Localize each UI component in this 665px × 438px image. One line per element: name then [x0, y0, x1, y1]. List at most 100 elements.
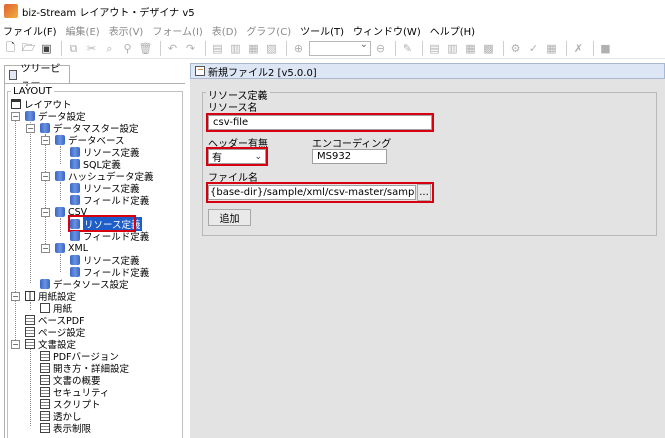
database-icon	[55, 135, 65, 145]
tree-line	[30, 348, 31, 426]
toolbar-separator	[205, 41, 206, 56]
menu-view[interactable]: 表示(V)	[109, 23, 144, 38]
database-icon	[70, 147, 80, 157]
collapse-toggle[interactable]: −	[26, 124, 35, 133]
menu-edit[interactable]: 編集(E)	[66, 23, 100, 38]
document-icon	[40, 351, 50, 361]
menu-window[interactable]: ウィンドウ(W)	[353, 23, 421, 38]
document-icon	[25, 339, 35, 349]
page-prev-icon[interactable]: ▥	[228, 41, 243, 56]
database-icon	[55, 171, 65, 181]
tab-tree-view[interactable]: ツリービュー	[4, 64, 70, 90]
window-title: biz-Stream レイアウト・デザイナ v5	[22, 7, 195, 19]
database-icon	[25, 111, 35, 121]
editor-tab[interactable]: 新規ファイル2 [v5.0.0]	[190, 63, 665, 79]
page-next-icon[interactable]: ▦	[246, 41, 261, 56]
copy-icon[interactable]: ⧉	[66, 41, 81, 56]
document-icon	[40, 363, 50, 373]
zoom-select[interactable]	[309, 39, 371, 56]
toolbar-separator	[61, 41, 62, 56]
tree-node-display-limit[interactable]: 表示制限	[40, 422, 91, 435]
tree-line	[15, 112, 16, 346]
database-icon	[70, 183, 80, 193]
collapse-toggle[interactable]: −	[41, 244, 50, 253]
collapse-toggle[interactable]: −	[41, 208, 50, 217]
paper-settings-icon	[25, 291, 35, 301]
document-icon	[40, 387, 50, 397]
toolbar: 🗋 🗁 ▣ ⧉ ✂ ⌕ ⚲ 🗑 ↶ ↷ ▤ ▥ ▦ ▧ ⊕ ⊖ ✎ ▤ ▥ ▦ …	[0, 39, 665, 59]
database-icon	[70, 159, 80, 169]
database-icon	[70, 195, 80, 205]
title-bar: biz-Stream レイアウト・デザイナ v5	[0, 0, 665, 22]
database-icon	[70, 267, 80, 277]
tree-node-csv-field[interactable]: フィールド定義	[70, 230, 149, 243]
new-file-icon[interactable]: 🗋	[3, 41, 18, 56]
editor-tab-title: 新規ファイル2 [v5.0.0]	[208, 67, 317, 79]
cut-icon[interactable]: ✂	[84, 41, 99, 56]
tree-view-icon	[9, 69, 18, 80]
database-icon	[55, 243, 65, 253]
undo-icon[interactable]: ↶	[165, 41, 180, 56]
save-icon[interactable]: ▣	[39, 41, 54, 56]
menu-form[interactable]: フォーム(I)	[152, 23, 202, 38]
menu-help[interactable]: ヘルプ(H)	[430, 23, 475, 38]
menu-bar: ファイル(F) 編集(E) 表示(V) フォーム(I) 表(D) グラフ(C) …	[0, 22, 665, 38]
redo-icon[interactable]: ↷	[183, 41, 198, 56]
preview-icon[interactable]: ⚙	[508, 41, 523, 56]
align-left-icon[interactable]: ▤	[427, 41, 442, 56]
paper-icon	[40, 303, 50, 313]
tree-line	[60, 182, 61, 200]
menu-tools[interactable]: ツール(T)	[300, 23, 344, 38]
stop-icon[interactable]: ■	[598, 41, 613, 56]
paint-icon[interactable]: ⚲	[120, 41, 135, 56]
collapse-toggle[interactable]: −	[41, 172, 50, 181]
tools-icon[interactable]: ✗	[571, 41, 586, 56]
table-icon[interactable]: ▦	[544, 41, 559, 56]
grid-icon[interactable]: ▩	[481, 41, 496, 56]
encoding-input[interactable]: MS932	[312, 149, 387, 164]
encoding-label: エンコーディング	[312, 139, 392, 150]
collapse-toggle[interactable]: −	[11, 292, 20, 301]
align-center-icon[interactable]: ▥	[445, 41, 460, 56]
align-right-icon[interactable]: ▦	[463, 41, 478, 56]
highlight-box	[206, 147, 268, 166]
find-icon[interactable]: ⌕	[102, 41, 117, 56]
zoom-in-icon[interactable]: ⊕	[291, 41, 306, 56]
menu-file[interactable]: ファイル(F)	[3, 23, 57, 38]
document-icon	[40, 375, 50, 385]
toolbar-separator	[286, 41, 287, 56]
document-icon	[40, 399, 50, 409]
delete-icon[interactable]: 🗑	[138, 41, 153, 56]
collapse-toggle[interactable]: −	[11, 112, 20, 121]
add-button[interactable]: 追加	[208, 209, 251, 226]
page-icon[interactable]: ▤	[210, 41, 225, 56]
database-icon	[70, 231, 80, 241]
database-icon	[55, 207, 65, 217]
resource-name-label: リソース名	[208, 103, 258, 114]
check-icon[interactable]: ✓	[526, 41, 541, 56]
toolbar-separator	[395, 41, 396, 56]
document-icon	[40, 423, 50, 433]
database-icon	[40, 123, 50, 133]
highlight-box	[206, 113, 434, 132]
tree-line	[60, 254, 61, 272]
tree-node-hash-field[interactable]: フィールド定義	[70, 194, 149, 207]
menu-table[interactable]: 表(D)	[212, 23, 238, 38]
database-icon	[40, 279, 50, 289]
toolbar-separator	[503, 41, 504, 56]
open-folder-icon[interactable]: 🗁	[21, 41, 36, 56]
zoom-out-icon[interactable]: ⊖	[373, 41, 388, 56]
collapse-toggle[interactable]: −	[11, 340, 20, 349]
layout-legend: LAYOUT	[11, 86, 54, 97]
menu-graph[interactable]: グラフ(C)	[246, 23, 291, 38]
tree-line	[30, 302, 31, 310]
edit-icon[interactable]: ✎	[400, 41, 415, 56]
tree-line	[60, 218, 61, 236]
app-icon	[4, 4, 18, 18]
toolbar-separator	[593, 41, 594, 56]
document-icon	[25, 327, 35, 337]
file-edit-icon	[195, 66, 205, 76]
tree-line	[45, 134, 46, 248]
page-list-icon[interactable]: ▧	[264, 41, 279, 56]
collapse-toggle[interactable]: −	[41, 136, 50, 145]
